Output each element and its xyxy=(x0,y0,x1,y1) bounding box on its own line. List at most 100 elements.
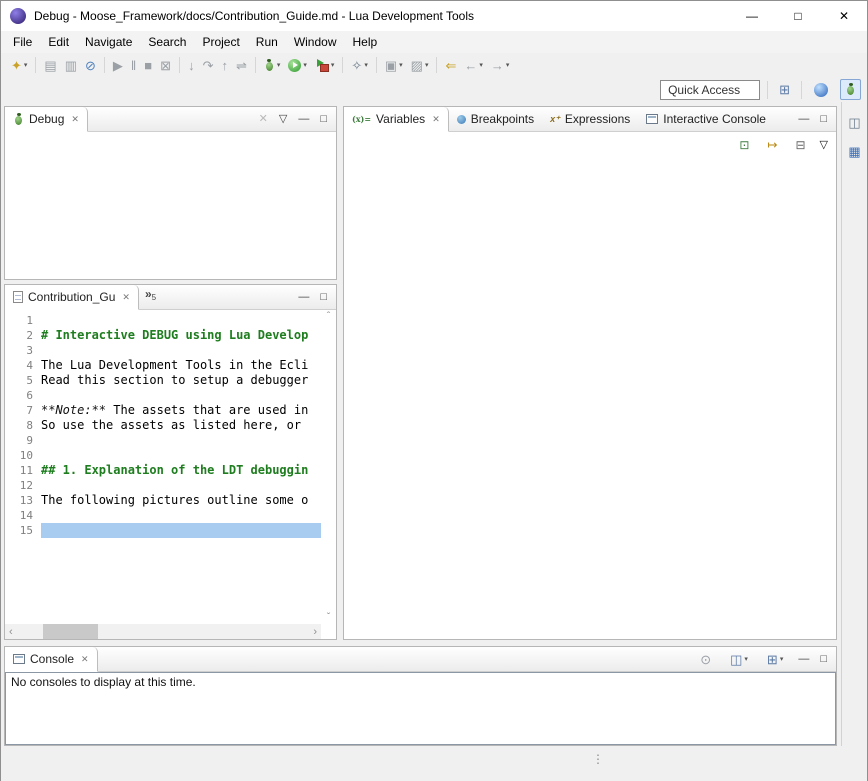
scroll-up-icon[interactable]: ˆ xyxy=(327,311,330,322)
toolbar-separator[interactable] xyxy=(179,57,180,73)
resume-icon[interactable]: ▶ xyxy=(109,57,127,74)
open-console-icon[interactable]: ⊞ ▾ xyxy=(763,651,787,668)
last-edit-location-icon[interactable]: ⇐ xyxy=(441,57,460,74)
step-into-icon[interactable]: ↓ xyxy=(184,57,199,74)
external-tools-icon[interactable]: ▾ xyxy=(311,56,339,74)
menu-item[interactable]: Run xyxy=(248,32,286,52)
restore-views-icon[interactable]: ◫ xyxy=(844,114,864,131)
dropdown-arrow-icon[interactable]: ▾ xyxy=(399,62,403,69)
console-view-body[interactable]: No consoles to display at this time. xyxy=(5,672,836,745)
toolbar-separator[interactable] xyxy=(104,57,105,73)
tab-debug[interactable]: Debug ✕ xyxy=(5,107,88,132)
dropdown-arrow-icon[interactable]: ▾ xyxy=(303,62,307,69)
maximize-view-icon[interactable]: □ xyxy=(820,114,827,125)
menu-item[interactable]: File xyxy=(5,32,40,52)
editor-line[interactable]: 5Read this section to setup a debugger xyxy=(5,373,321,388)
editor-line[interactable]: 3 xyxy=(5,343,321,358)
editor-line[interactable]: 4The Lua Development Tools in the Ecli xyxy=(5,358,321,373)
maximize-view-icon[interactable]: □ xyxy=(820,654,827,665)
editor-code[interactable]: 12# Interactive DEBUG using Lua Develop3… xyxy=(5,310,321,624)
line-number[interactable]: 12 xyxy=(5,478,41,493)
show-logical-structures-icon[interactable]: ⊡ xyxy=(735,137,753,153)
line-number[interactable]: 5 xyxy=(5,373,41,388)
remove-all-terminated-icon[interactable]: ✕ xyxy=(259,114,268,125)
editor-line[interactable]: 11## 1. Explanation of the LDT debuggin xyxy=(5,463,321,478)
menu-item[interactable]: Edit xyxy=(40,32,77,52)
line-number[interactable]: 7 xyxy=(5,403,41,418)
line-number[interactable]: 1 xyxy=(5,313,41,328)
dropdown-arrow-icon[interactable]: ▾ xyxy=(24,62,28,69)
line-number[interactable]: 2 xyxy=(5,328,41,343)
toolbar-separator[interactable] xyxy=(35,57,36,73)
toolbar-separator[interactable] xyxy=(342,57,343,73)
minimize-view-icon[interactable]: — xyxy=(298,114,309,125)
tab-expressions[interactable]: x⁺ Expressions xyxy=(542,107,638,131)
line-number[interactable]: 8 xyxy=(5,418,41,433)
dropdown-arrow-icon[interactable]: ▾ xyxy=(479,62,483,69)
open-perspective-button[interactable]: ⊞ xyxy=(775,81,794,98)
scroll-right-icon[interactable]: › xyxy=(309,626,321,638)
toolbar-separator[interactable] xyxy=(376,57,377,73)
grid-view-icon[interactable]: ▦ xyxy=(844,143,864,160)
line-number[interactable]: 3 xyxy=(5,343,41,358)
toolbar-separator[interactable] xyxy=(255,57,256,73)
line-number[interactable]: 10 xyxy=(5,448,41,463)
tab-contribution-guide[interactable]: Contribution_Gu ✕ xyxy=(5,285,139,310)
editor-line[interactable]: 12 xyxy=(5,478,321,493)
line-number[interactable]: 13 xyxy=(5,493,41,508)
editor-line[interactable]: 15 xyxy=(5,523,321,538)
line-number[interactable]: 15 xyxy=(5,523,41,538)
minimize-view-icon[interactable]: — xyxy=(798,654,809,665)
menu-item[interactable]: Navigate xyxy=(77,32,140,52)
minimize-view-icon[interactable]: — xyxy=(298,292,309,303)
vertical-scrollbar[interactable]: ˆ ˇ xyxy=(321,310,336,624)
close-icon[interactable]: ✕ xyxy=(71,114,79,125)
maximize-view-icon[interactable]: □ xyxy=(320,114,327,125)
scroll-down-icon[interactable]: ˇ xyxy=(327,612,330,623)
menu-item[interactable]: Project xyxy=(194,32,247,52)
line-number[interactable]: 14 xyxy=(5,508,41,523)
terminate-icon[interactable]: ■ xyxy=(140,57,156,74)
editor-tab-overflow[interactable]: » 5 xyxy=(139,285,162,309)
dropdown-arrow-icon[interactable]: ▾ xyxy=(277,62,281,69)
ldt-perspective-button[interactable] xyxy=(809,79,833,101)
watch-icon[interactable]: ↦ xyxy=(763,137,781,153)
dropdown-arrow-icon[interactable]: ▾ xyxy=(364,62,368,69)
editor-line[interactable]: 1 xyxy=(5,313,321,328)
step-return-icon[interactable]: ↑ xyxy=(217,57,232,74)
suspend-icon[interactable]: ‖ xyxy=(127,57,140,74)
collapse-all-icon[interactable]: ⊟ xyxy=(791,137,809,153)
debug-perspective-button[interactable] xyxy=(840,79,861,100)
toolbar-separator[interactable] xyxy=(436,57,437,73)
editor-line[interactable]: 7**Note:** The assets that are used in xyxy=(5,403,321,418)
close-button[interactable]: ✕ xyxy=(821,1,867,31)
use-step-filters-icon[interactable]: ⇌ xyxy=(232,57,251,74)
view-menu-icon[interactable]: ▽ xyxy=(820,140,828,151)
tab-breakpoints[interactable]: Breakpoints xyxy=(449,107,542,131)
minimize-button[interactable]: — xyxy=(729,1,775,31)
dropdown-arrow-icon[interactable]: ▾ xyxy=(425,62,429,69)
dropdown-arrow-icon[interactable]: ▾ xyxy=(331,62,335,69)
disconnect-icon[interactable]: ⊠ xyxy=(156,57,175,74)
editor-line[interactable]: 13The following pictures outline some o xyxy=(5,493,321,508)
scrollbar-thumb[interactable] xyxy=(43,624,98,639)
step-over-icon[interactable]: ↷ xyxy=(199,57,218,74)
skip-breakpoints-icon[interactable]: ⊘ xyxy=(81,57,100,74)
editor-line[interactable]: 14 xyxy=(5,508,321,523)
editor-line[interactable]: 8So use the assets as listed here, or xyxy=(5,418,321,433)
back-icon[interactable]: ← ▾ xyxy=(460,57,487,74)
dropdown-arrow-icon[interactable]: ▾ xyxy=(780,656,784,663)
display-console-icon[interactable]: ◫ ▾ xyxy=(726,651,752,668)
debug-icon[interactable]: ▾ xyxy=(260,57,285,74)
dropdown-arrow-icon[interactable]: ▾ xyxy=(744,656,748,663)
scroll-left-icon[interactable]: ‹ xyxy=(5,626,17,638)
minimize-view-icon[interactable]: — xyxy=(798,114,809,125)
horizontal-scrollbar[interactable]: ‹ › xyxy=(5,624,321,639)
maximize-button[interactable]: □ xyxy=(775,1,821,31)
menu-item[interactable]: Help xyxy=(345,32,386,52)
editor-line[interactable]: 6 xyxy=(5,388,321,403)
save-all-icon[interactable]: ▥ xyxy=(61,57,81,74)
view-menu-icon[interactable]: ▽ xyxy=(279,114,287,125)
sash-grip-icon[interactable]: ⋮ xyxy=(592,752,605,766)
close-icon[interactable]: ✕ xyxy=(81,654,89,665)
